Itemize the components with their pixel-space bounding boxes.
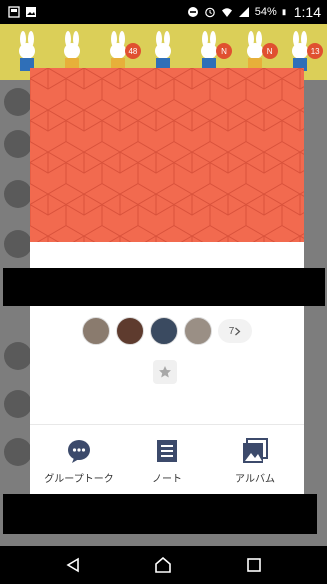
back-button[interactable] (53, 550, 93, 580)
avatar (4, 180, 32, 208)
bunny-illustration (57, 31, 87, 73)
member-avatar[interactable] (82, 317, 110, 345)
redaction-bar (3, 494, 317, 534)
status-bar: 54% 1:14 (0, 0, 327, 24)
badge: 13 (307, 43, 324, 59)
home-button[interactable] (143, 550, 183, 580)
group-talk-label: グループトーク (44, 474, 114, 485)
signal-icon (238, 7, 249, 17)
favorite-button[interactable] (153, 360, 177, 384)
note-icon (154, 438, 180, 464)
chevron-right-icon (235, 327, 241, 335)
cube-pattern (30, 68, 304, 242)
bunny-illustration (12, 31, 42, 73)
home-icon (155, 557, 172, 573)
chat-bubble-icon (66, 438, 92, 464)
do-not-disturb-icon (187, 7, 198, 17)
status-bar-left (8, 6, 37, 18)
battery-icon (282, 9, 286, 16)
bunny-illustration: N (194, 31, 233, 73)
badge: 48 (124, 43, 141, 59)
image-notification-icon (26, 7, 36, 17)
battery-percent: 54% (254, 6, 277, 18)
clock: 1:14 (293, 4, 321, 20)
avatar (4, 390, 32, 418)
member-avatars[interactable]: 7 (30, 316, 304, 346)
divider (30, 424, 304, 425)
recents-button[interactable] (234, 550, 274, 580)
album-icon (242, 438, 268, 464)
recents-icon (247, 558, 261, 572)
bunny-illustration (148, 31, 178, 73)
group-talk-button[interactable]: グループトーク (38, 438, 120, 496)
note-label: ノート (152, 474, 182, 485)
member-avatar[interactable] (184, 317, 212, 345)
wifi-icon (221, 8, 232, 17)
group-actions: グループトーク ノート アルバム (30, 438, 304, 496)
avatar (4, 438, 32, 466)
member-avatar[interactable] (150, 317, 178, 345)
status-bar-right: 54% 1:14 (187, 4, 321, 20)
avatar (4, 88, 32, 116)
avatar (4, 230, 32, 258)
more-members-button[interactable]: 7 (218, 319, 252, 343)
album-button[interactable]: アルバム (214, 438, 296, 496)
bunny-illustration: N (240, 31, 278, 73)
note-button[interactable]: ノート (126, 438, 208, 496)
redaction-bar (3, 268, 325, 306)
navigation-bar (0, 546, 327, 584)
avatar (4, 342, 32, 370)
bunny-illustration: 13 (285, 31, 324, 73)
bunny-illustration: 48 (103, 31, 141, 73)
avatar (4, 130, 32, 158)
badge: N (216, 43, 233, 59)
alarm-icon (204, 7, 215, 18)
star-icon (159, 366, 171, 378)
back-icon (66, 557, 79, 573)
notification-icon (8, 6, 20, 18)
member-avatar[interactable] (116, 317, 144, 345)
album-label: アルバム (235, 474, 275, 485)
badge: N (261, 43, 278, 59)
group-cover-image[interactable] (30, 68, 304, 242)
